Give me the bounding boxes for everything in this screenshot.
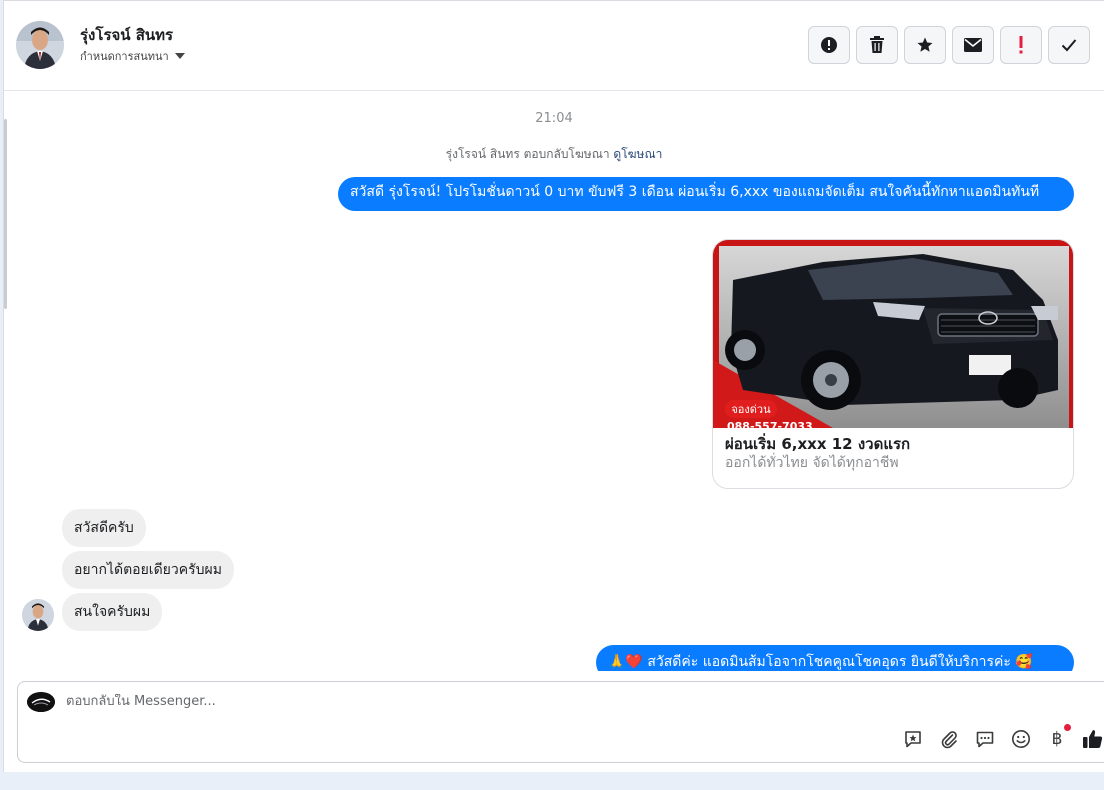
outgoing-message[interactable]: สวัสดี รุ่งโรจน์! โปรโมชั่นดาวน์ 0 บาท ข… <box>338 177 1074 211</box>
reply-input[interactable] <box>66 694 766 709</box>
conversation-header: รุ่งโรจน์ สินทร กำหนดการสนทนา <box>4 1 1104 91</box>
paperclip-icon <box>941 731 957 749</box>
report-spam-button[interactable] <box>808 26 850 64</box>
emoji-button[interactable] <box>1010 728 1032 750</box>
outgoing-message[interactable]: 🙏❤️ สวัสดีค่ะ แอดมินส้มโอจากโชคคูณโชคอุด… <box>596 645 1074 671</box>
star-button[interactable] <box>904 26 946 64</box>
ad-phone: 088-557-7033 <box>727 420 813 428</box>
caret-down-icon <box>174 53 185 59</box>
trash-icon <box>870 36 884 53</box>
baht-icon: ฿ <box>1051 729 1063 749</box>
envelope-icon <box>964 38 982 52</box>
contact-avatar[interactable] <box>16 21 64 69</box>
messenger-window: รุ่งโรจน์ สินทร กำหนดการสนทนา 21:04 รุ่ง… <box>3 0 1104 772</box>
ad-badge: จองด่วน <box>731 403 771 416</box>
message-thread[interactable]: 21:04 รุ่งโรจน์ สินทร ตอบกลับโฆษณา ดูโฆษ… <box>4 91 1104 671</box>
incoming-message[interactable]: อยากได้ตอยเดียวครับผม <box>62 551 234 589</box>
assign-conversation-dropdown[interactable]: กำหนดการสนทนา <box>80 47 185 65</box>
attach-button[interactable] <box>938 728 960 750</box>
smiley-icon <box>1012 730 1030 748</box>
check-icon <box>1061 39 1077 52</box>
view-ad-link[interactable]: ดูโฆษณา <box>613 147 662 161</box>
notification-dot <box>1064 724 1071 731</box>
incoming-message[interactable]: สวัสดีครับ <box>62 509 146 547</box>
alert-circle-icon <box>821 37 837 53</box>
star-icon <box>917 37 933 52</box>
ad-reply-text: รุ่งโรจน์ สินทร ตอบกลับโฆษณา <box>445 147 610 161</box>
ad-card[interactable]: จองด่วน 088-557-7033 ผ่อนเริ่ม 6,xxx 12 … <box>712 239 1074 489</box>
composer-tools: ฿ <box>902 724 1104 750</box>
reply-composer: ฿ <box>17 681 1104 763</box>
mark-unread-button[interactable] <box>952 26 994 64</box>
like-button[interactable] <box>1082 728 1104 750</box>
exclamation-icon <box>1019 36 1023 54</box>
incoming-message[interactable]: สนใจครับผม <box>62 593 163 631</box>
quick-reply-button[interactable] <box>974 728 996 750</box>
contact-name[interactable]: รุ่งโรจน์ สินทร <box>80 23 173 47</box>
chat-star-icon <box>905 731 921 748</box>
mark-done-button[interactable] <box>1048 26 1090 64</box>
follow-up-button[interactable] <box>1000 26 1042 64</box>
chat-bubble-icon <box>976 731 994 748</box>
assign-label: กำหนดการสนทนา <box>80 50 169 63</box>
thumbs-up-icon <box>1083 730 1103 748</box>
header-actions <box>808 26 1090 64</box>
ad-reply-notice: รุ่งโรจน์ สินทร ตอบกลับโฆษณา ดูโฆษณา <box>4 145 1104 164</box>
page-logo <box>27 692 55 712</box>
payment-button[interactable]: ฿ <box>1046 724 1071 750</box>
message-timestamp: 21:04 <box>535 111 573 126</box>
delete-button[interactable] <box>856 26 898 64</box>
ad-card-subtitle: ออกได้ทั่วไทย จัดได้ทุกอาชีพ <box>725 455 899 471</box>
sender-avatar <box>22 599 54 631</box>
saved-reply-button[interactable] <box>902 728 924 750</box>
ad-car-image: จองด่วน 088-557-7033 <box>713 240 1073 428</box>
